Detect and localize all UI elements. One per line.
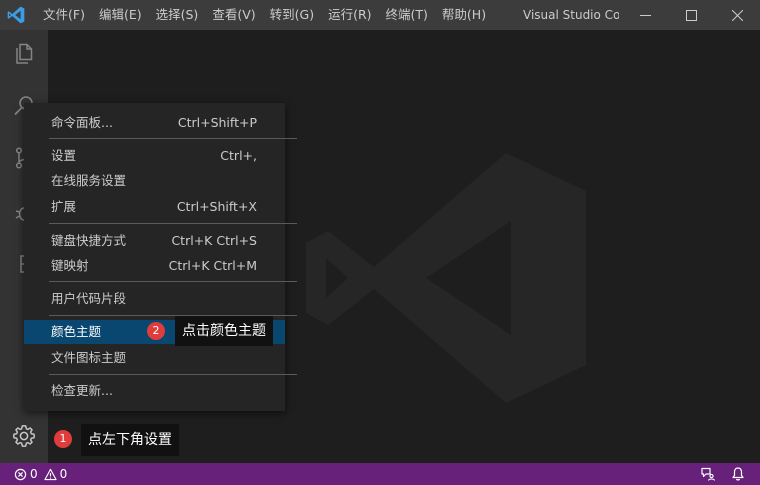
step-2-badge: 2 <box>147 322 165 340</box>
maximize-icon <box>685 9 697 21</box>
menu-item-shortcut: Ctrl+K Ctrl+M <box>168 258 257 273</box>
menu-item-shortcut: Ctrl+Shift+P <box>177 115 257 130</box>
menu-item-label: 文件图标主题 <box>51 350 127 365</box>
menu-run[interactable]: 运行(R) <box>321 0 378 30</box>
menu-item-shortcut: Ctrl+Shift+X <box>176 199 257 214</box>
warning-icon <box>44 468 57 480</box>
menu-item-extensions[interactable]: 扩展 Ctrl+Shift+X <box>24 195 285 219</box>
gear-icon <box>12 424 36 448</box>
feedback-icon[interactable] <box>700 466 716 482</box>
status-bar: 0 0 <box>0 463 760 485</box>
menu-selection[interactable]: 选择(S) <box>149 0 206 30</box>
menu-item-user-snippets[interactable]: 用户代码片段 <box>24 287 285 311</box>
menu-file[interactable]: 文件(F) <box>36 0 92 30</box>
step-1-badge: 1 <box>54 430 72 448</box>
menu-item-settings[interactable]: 设置 Ctrl+, <box>24 144 285 168</box>
menu-separator <box>49 223 297 224</box>
title-bar: 文件(F) 编辑(E) 选择(S) 查看(V) 转到(G) 运行(R) 终端(T… <box>0 0 760 30</box>
menu-separator <box>49 138 297 139</box>
problems-indicator[interactable]: 0 0 <box>14 463 67 485</box>
minimize-button[interactable] <box>622 0 668 30</box>
menu-item-label: 键盘快捷方式 <box>51 233 127 248</box>
menu-item-keyboard-shortcuts[interactable]: 键盘快捷方式 Ctrl+K Ctrl+S <box>24 229 285 253</box>
menu-item-file-icon-theme[interactable]: 文件图标主题 <box>24 346 285 370</box>
menu-help[interactable]: 帮助(H) <box>435 0 493 30</box>
vscode-watermark-icon <box>306 153 586 403</box>
menu-item-label: 用户代码片段 <box>51 291 127 306</box>
manage-button[interactable] <box>0 412 48 460</box>
step-1-callout: 点左下角设置 <box>81 424 179 456</box>
menu-item-label: 检查更新... <box>51 383 113 398</box>
menu-separator <box>49 374 297 375</box>
menu-item-shortcut: Ctrl+, <box>220 148 257 163</box>
window-title: Visual Studio Co... <box>523 8 619 22</box>
step-2-callout: 点击颜色主题 <box>175 316 273 346</box>
error-count: 0 <box>30 467 38 481</box>
menu-bar: 文件(F) 编辑(E) 选择(S) 查看(V) 转到(G) 运行(R) 终端(T… <box>36 0 493 30</box>
menu-item-keymaps[interactable]: 键映射 Ctrl+K Ctrl+M <box>24 254 285 278</box>
menu-view[interactable]: 查看(V) <box>205 0 262 30</box>
menu-item-label: 颜色主题 <box>51 324 102 339</box>
menu-item-label: 设置 <box>51 148 77 163</box>
manage-context-menu: 命令面板... Ctrl+Shift+P 设置 Ctrl+, 在线服务设置 扩展… <box>24 103 297 411</box>
error-icon <box>14 468 27 480</box>
menu-item-label: 扩展 <box>51 199 77 214</box>
menu-item-online-services-settings[interactable]: 在线服务设置 <box>24 169 285 193</box>
menu-item-label: 命令面板... <box>51 115 113 130</box>
menu-item-command-palette[interactable]: 命令面板... Ctrl+Shift+P <box>24 111 285 135</box>
menu-item-shortcut: Ctrl+K Ctrl+S <box>171 233 257 248</box>
notifications-bell-icon[interactable] <box>730 466 746 482</box>
explorer-button[interactable] <box>0 30 48 78</box>
menu-edit[interactable]: 编辑(E) <box>92 0 149 30</box>
vscode-logo-icon[interactable] <box>6 5 26 25</box>
menu-separator <box>49 281 297 282</box>
warning-count: 0 <box>59 467 68 481</box>
menu-item-label: 键映射 <box>51 258 89 273</box>
menu-go[interactable]: 转到(G) <box>263 0 321 30</box>
close-button[interactable] <box>714 0 760 30</box>
minimize-icon <box>639 14 651 16</box>
close-icon <box>731 9 743 21</box>
menu-terminal[interactable]: 终端(T) <box>379 0 435 30</box>
menu-item-check-updates[interactable]: 检查更新... <box>24 379 285 403</box>
maximize-button[interactable] <box>668 0 714 30</box>
files-icon <box>16 43 33 64</box>
menu-item-label: 在线服务设置 <box>51 173 127 188</box>
